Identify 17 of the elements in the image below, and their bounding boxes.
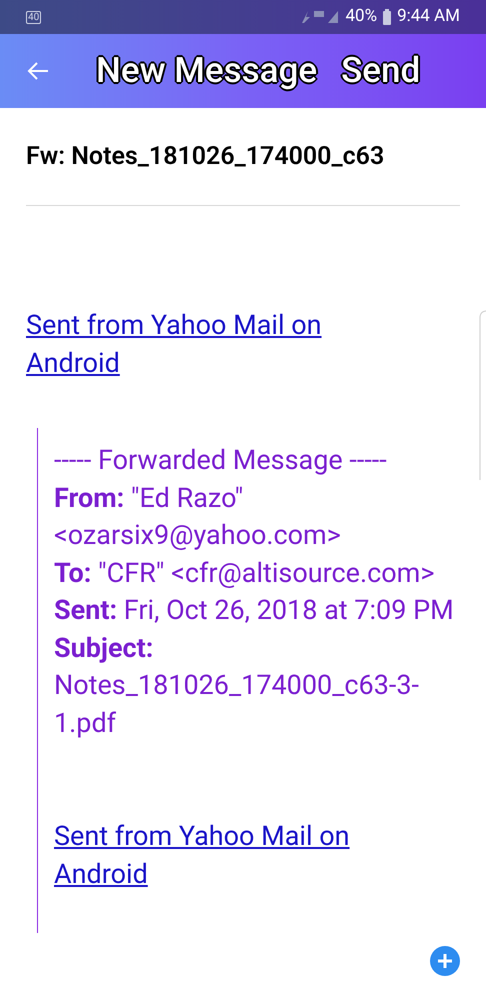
scroll-handle-icon[interactable]	[479, 310, 486, 480]
signature-link[interactable]: Sent from Yahoo Mail on Android	[26, 306, 406, 382]
signal-icon	[300, 9, 340, 25]
signature-link[interactable]: Sent from Yahoo Mail on Android	[54, 818, 434, 893]
battery-percent: 40%	[346, 5, 378, 28]
header-field: Sent: Fri, Oct 26, 2018 at 7:09 PM	[54, 592, 454, 630]
add-icon[interactable]	[430, 946, 460, 976]
header-field: From: "Ed Razo" <ozarsix9@yahoo.com>	[54, 480, 454, 554]
send-button[interactable]: Send	[341, 44, 420, 98]
header-field: Subject: Notes_181026_174000_c63-3-1.pdf	[54, 630, 454, 742]
clock: 9:44 AM	[397, 5, 460, 28]
subject-field[interactable]: Fw: Notes_181026_174000_c63	[26, 108, 460, 206]
battery-saver-badge: 40	[26, 10, 42, 24]
battery-icon	[382, 9, 392, 25]
forwarded-header: ----- Forwarded Message -----	[54, 443, 388, 478]
header-field: To: "CFR" <cfr@altisource.com>	[54, 554, 454, 592]
screen-title: New Message	[96, 48, 318, 93]
